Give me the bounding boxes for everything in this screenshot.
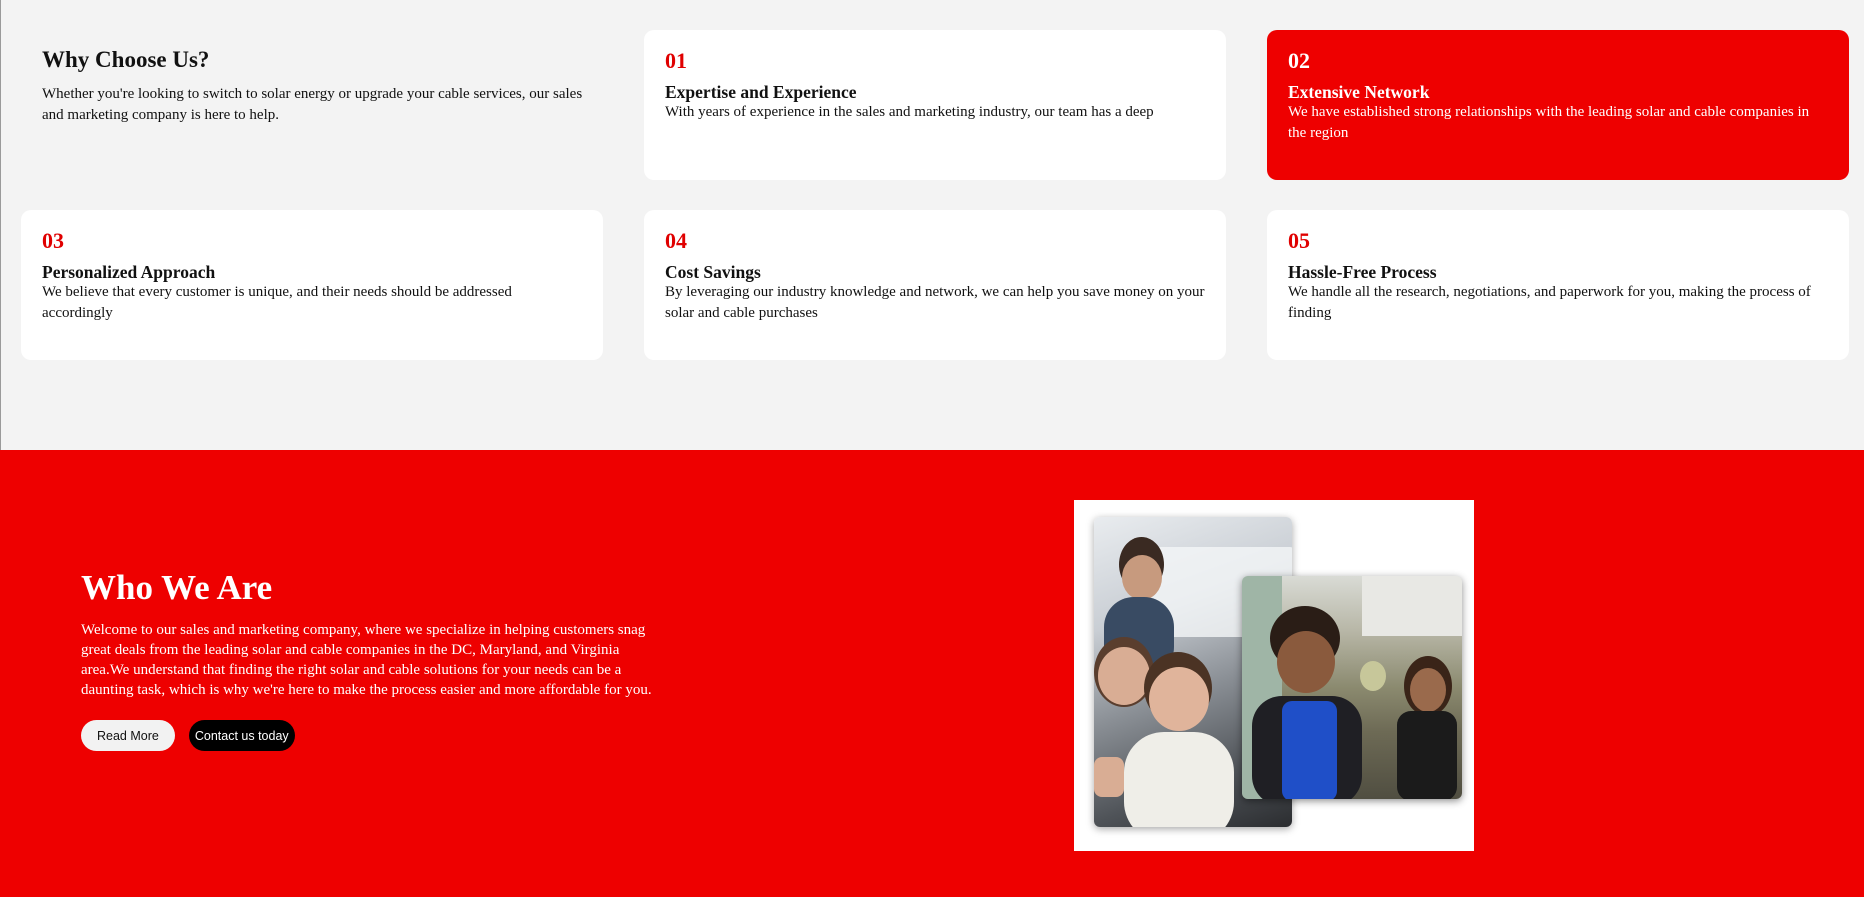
card-title: Extensive Network xyxy=(1288,82,1430,102)
team-outdoor-photo xyxy=(1242,576,1462,799)
feature-card-03: 03 Personalized Approach We believe that… xyxy=(21,210,603,360)
feature-card-01: 01 Expertise and Experience With years o… xyxy=(644,30,1226,180)
card-description: We have established strong relationships… xyxy=(1288,104,1810,141)
read-more-button[interactable]: Read More xyxy=(81,720,175,751)
who-body-text: Welcome to our sales and marketing compa… xyxy=(81,622,652,698)
card-description: With years of experience in the sales an… xyxy=(665,104,1154,120)
card-description: We handle all the research, negotiations… xyxy=(1288,284,1811,321)
card-title: Hassle-Free Process xyxy=(1288,262,1437,282)
who-text-block: Who We Are Welcome to our sales and mark… xyxy=(81,568,671,751)
card-description: We believe that every customer is unique… xyxy=(42,284,512,321)
team-photo-collage xyxy=(1074,500,1474,851)
contact-us-button[interactable]: Contact us today xyxy=(188,720,295,751)
feature-card-05: 05 Hassle-Free Process We handle all the… xyxy=(1267,210,1849,360)
card-title: Personalized Approach xyxy=(42,262,216,282)
why-heading: Why Choose Us? xyxy=(42,47,210,72)
card-title: Expertise and Experience xyxy=(665,82,857,102)
why-intro: Why Choose Us? Whether you're looking to… xyxy=(42,47,602,126)
card-description: By leveraging our industry knowledge and… xyxy=(665,284,1205,321)
why-intro-text: Whether you're looking to switch to sola… xyxy=(42,86,583,123)
feature-card-04: 04 Cost Savings By leveraging our indust… xyxy=(644,210,1226,360)
cta-buttons: Read More Contact us today xyxy=(81,720,671,751)
card-number: 02 xyxy=(1288,48,1310,73)
card-number: 05 xyxy=(1288,228,1310,253)
card-number: 01 xyxy=(665,48,687,73)
card-number: 03 xyxy=(42,228,64,253)
who-we-are-section: Who We Are Welcome to our sales and mark… xyxy=(0,450,1864,897)
who-heading: Who We Are xyxy=(81,568,273,607)
card-title: Cost Savings xyxy=(665,262,761,282)
feature-card-02: 02 Extensive Network We have established… xyxy=(1267,30,1849,180)
why-choose-us-section: Why Choose Us? Whether you're looking to… xyxy=(0,0,1864,450)
card-number: 04 xyxy=(665,228,687,253)
